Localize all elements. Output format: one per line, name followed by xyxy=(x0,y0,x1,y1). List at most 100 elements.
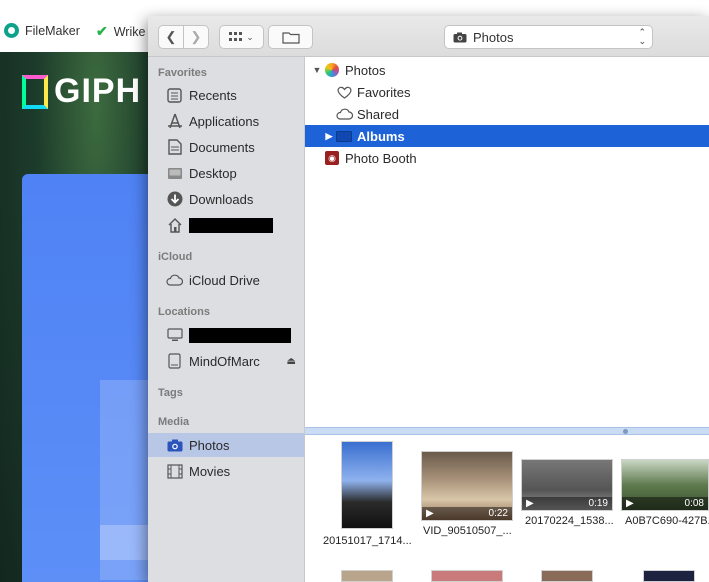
cloud-icon xyxy=(335,106,353,122)
sidebar-item-icloud-drive[interactable]: iCloud Drive xyxy=(148,268,304,292)
video-camera-icon: ▶ xyxy=(526,498,534,509)
disclosure-expanded-icon[interactable]: ▼ xyxy=(311,65,323,75)
dialog-toolbar: ❮ ❯ ⌄ Photos ⌃ ⌄ xyxy=(148,16,709,57)
list-item-photos[interactable]: ▼ Photos xyxy=(305,59,709,81)
redacted-computer-name xyxy=(189,327,291,343)
thumbnail-image[interactable] xyxy=(431,570,503,582)
video-duration: 0:22 xyxy=(488,508,508,519)
sidebar-item-label: Applications xyxy=(189,113,260,129)
split-divider[interactable] xyxy=(305,427,709,435)
video-duration: 0:08 xyxy=(684,498,704,509)
thumbnail-label: 20151017_1714... xyxy=(323,535,412,547)
chevron-left-icon: ❮ xyxy=(165,29,177,44)
sidebar-item-computer[interactable] xyxy=(148,323,304,347)
disk-icon xyxy=(166,353,183,370)
list-item-favorites[interactable]: Favorites xyxy=(305,81,709,103)
photo-booth-icon: ◉ xyxy=(323,150,341,166)
home-icon xyxy=(166,217,183,234)
video-duration-bar: ▶ 0:22 xyxy=(422,507,512,520)
sidebar-section-favorites: Favorites xyxy=(158,67,207,79)
thumbnail-image: ▶ 0:19 xyxy=(521,459,613,511)
bookmark-wrike[interactable]: ✔ Wrike xyxy=(96,23,145,40)
sidebar-item-label: Documents xyxy=(189,139,255,155)
cloud-icon xyxy=(166,272,183,289)
redacted-username xyxy=(189,217,273,233)
disclosure-collapsed-icon[interactable]: ▶ xyxy=(323,131,335,142)
video-camera-icon: ▶ xyxy=(426,508,434,519)
list-item-label: Photo Booth xyxy=(345,150,417,166)
giphy-mark-icon xyxy=(22,74,48,109)
sidebar-item-desktop[interactable]: Desktop xyxy=(148,161,304,185)
desktop-icon xyxy=(166,165,183,182)
video-duration-bar: ▶ 0:08 xyxy=(622,497,708,510)
sidebar-item-label: Recents xyxy=(189,87,237,103)
sidebar-item-recents[interactable]: Recents xyxy=(148,83,304,107)
photos-app-icon xyxy=(323,62,341,78)
sidebar-section-media: Media xyxy=(158,416,190,428)
downloads-icon xyxy=(166,191,183,208)
list-item-label: Photos xyxy=(345,62,386,78)
location-label: Photos xyxy=(473,29,514,45)
list-item-photo-booth[interactable]: ◉ Photo Booth xyxy=(305,147,709,169)
sidebar-item-applications[interactable]: Applications xyxy=(148,109,304,133)
list-item-label: Shared xyxy=(357,106,399,122)
chevron-right-icon: ❯ xyxy=(190,29,202,44)
sidebar-section-tags: Tags xyxy=(158,387,183,399)
camera-icon xyxy=(453,32,467,42)
new-folder-button[interactable] xyxy=(268,25,313,49)
film-icon xyxy=(166,463,183,480)
sidebar-item-mindofmarc[interactable]: MindOfMarc ⏏ xyxy=(148,349,304,373)
drag-handle-icon[interactable] xyxy=(623,429,628,434)
sidebar-item-home[interactable] xyxy=(148,213,304,237)
sidebar-item-label: Photos xyxy=(189,437,230,453)
computer-icon xyxy=(166,327,183,344)
bookmark-label: Wrike xyxy=(113,24,146,39)
bookmark-filemaker[interactable]: FileMaker xyxy=(4,23,80,38)
video-duration: 0:19 xyxy=(588,498,608,509)
sidebar-section-icloud: iCloud xyxy=(158,251,193,263)
chevron-down-icon: ⌄ xyxy=(246,31,254,42)
sidebar-item-movies[interactable]: Movies xyxy=(148,459,304,483)
thumbnail-image[interactable] xyxy=(541,570,593,582)
media-thumbnails: 20151017_1714... ▶ 0:22 VID_90510507_...… xyxy=(305,435,709,582)
thumbnail-label: VID_90510507_... xyxy=(423,525,512,537)
recents-icon xyxy=(166,87,183,104)
sidebar-item-documents[interactable]: Documents xyxy=(148,135,304,159)
thumbnail-image xyxy=(341,441,393,529)
sidebar-item-label: MindOfMarc xyxy=(189,353,260,369)
list-item-shared[interactable]: Shared xyxy=(305,103,709,125)
thumbnail-label: 20170224_1538... xyxy=(525,515,614,527)
sidebar-item-downloads[interactable]: Downloads xyxy=(148,187,304,211)
forward-button[interactable]: ❯ xyxy=(183,25,209,49)
icon-grid-icon xyxy=(229,32,243,41)
thumbnail-image[interactable] xyxy=(341,570,393,582)
select-arrows-icon: ⌃ ⌄ xyxy=(638,27,646,46)
camera-icon xyxy=(166,437,183,454)
eject-icon[interactable]: ⏏ xyxy=(287,356,296,367)
video-camera-icon: ▶ xyxy=(626,498,634,509)
giphy-logo: GIPH xyxy=(22,72,141,111)
filemaker-icon xyxy=(4,23,19,38)
file-list: ▼ Photos Favorites Shared ▶ Albums ◉ Pho… xyxy=(305,57,709,427)
folder-icon xyxy=(335,128,353,144)
location-select[interactable]: Photos ⌃ ⌄ xyxy=(444,25,653,49)
applications-icon xyxy=(166,113,183,130)
thumbnail-image: ▶ 0:22 xyxy=(421,451,513,521)
bookmark-label: FileMaker xyxy=(25,23,80,38)
wrike-check-icon: ✔ xyxy=(96,23,108,39)
new-folder-icon xyxy=(281,31,300,44)
list-item-albums[interactable]: ▶ Albums xyxy=(305,125,709,147)
back-button[interactable]: ❮ xyxy=(158,25,184,49)
documents-icon xyxy=(166,139,183,156)
sidebar-item-photos[interactable]: Photos xyxy=(148,433,304,457)
heart-icon xyxy=(335,84,353,100)
thumbnail-image[interactable] xyxy=(643,570,695,582)
sidebar-item-label: Desktop xyxy=(189,165,237,181)
thumbnail-image: ▶ 0:08 xyxy=(621,459,709,511)
view-mode-button[interactable]: ⌄ xyxy=(219,25,264,49)
list-item-label: Favorites xyxy=(357,84,411,100)
sidebar-item-label: iCloud Drive xyxy=(189,272,260,288)
video-duration-bar: ▶ 0:19 xyxy=(522,497,612,510)
sidebar-section-locations: Locations xyxy=(158,306,210,318)
sidebar-item-label: Downloads xyxy=(189,191,254,207)
